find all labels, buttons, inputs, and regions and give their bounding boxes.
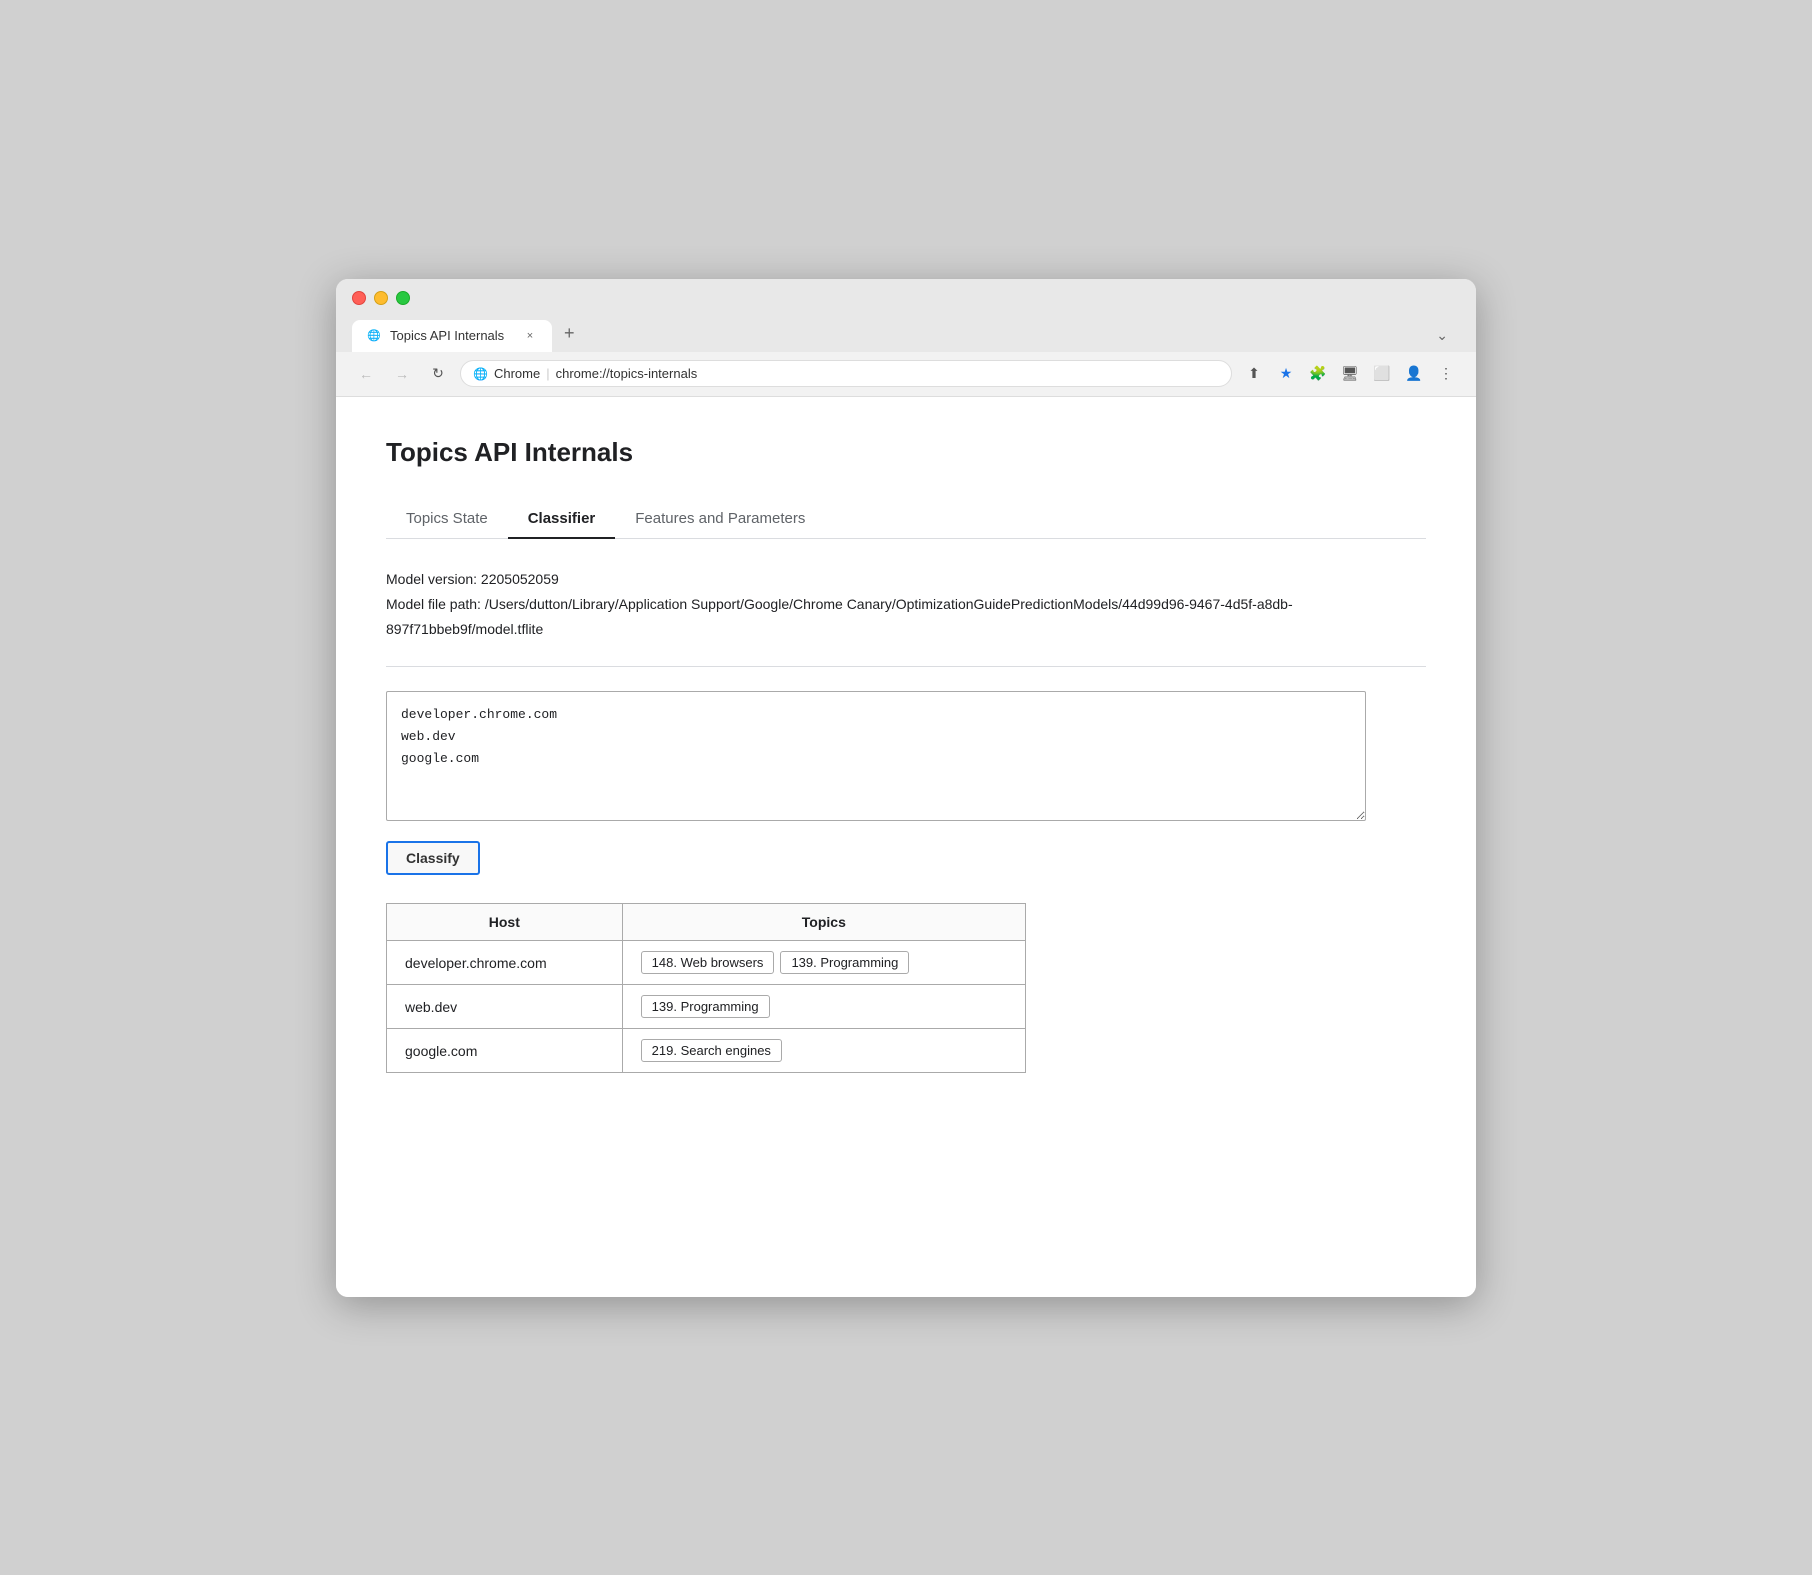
topics-cell: 219. Search engines <box>641 1039 1007 1062</box>
close-traffic-light[interactable] <box>352 291 366 305</box>
tab-classifier[interactable]: Classifier <box>508 500 616 539</box>
table-row: developer.chrome.com 148. Web browsers139… <box>387 941 1026 985</box>
forward-button[interactable]: → <box>388 360 416 388</box>
topic-tag: 219. Search engines <box>641 1039 782 1062</box>
address-favicon-icon: 🌐 <box>473 367 488 381</box>
table-cell-topics: 148. Web browsers139. Programming <box>622 941 1025 985</box>
tab-title: Topics API Internals <box>390 328 504 343</box>
nav-actions: ⬆ ★ 🧩 🖥 ⬜ 👤 ⋮ <box>1240 360 1460 388</box>
page-content: Topics API Internals Topics State Classi… <box>336 397 1476 1297</box>
topics-cell: 139. Programming <box>641 995 1007 1018</box>
address-url: chrome://topics-internals <box>556 366 698 381</box>
nav-bar: ← → ↻ 🌐 Chrome | chrome://topics-interna… <box>336 352 1476 397</box>
results-table: Host Topics developer.chrome.com 148. Web… <box>386 903 1026 1073</box>
topics-cell: 148. Web browsers139. Programming <box>641 951 1007 974</box>
title-bar: 🌐 Topics API Internals × + ⌄ <box>336 279 1476 352</box>
page-title: Topics API Internals <box>386 437 1426 468</box>
model-info: Model version: 2205052059 Model file pat… <box>386 567 1426 643</box>
share-button[interactable]: ⬆ <box>1240 360 1268 388</box>
tab-features-params[interactable]: Features and Parameters <box>615 500 825 539</box>
cast-button[interactable]: 🖥 <box>1336 360 1364 388</box>
topic-tag: 148. Web browsers <box>641 951 775 974</box>
minimize-traffic-light[interactable] <box>374 291 388 305</box>
divider <box>386 666 1426 667</box>
extensions-button[interactable]: 🧩 <box>1304 360 1332 388</box>
tabs-navigation: Topics State Classifier Features and Par… <box>386 500 1426 539</box>
address-bar[interactable]: 🌐 Chrome | chrome://topics-internals <box>460 360 1232 387</box>
back-button[interactable]: ← <box>352 360 380 388</box>
browser-window: 🌐 Topics API Internals × + ⌄ ← → ↻ 🌐 Chr… <box>336 279 1476 1297</box>
address-separator: | <box>546 366 549 381</box>
topic-tag: 139. Programming <box>780 951 909 974</box>
table-row: google.com 219. Search engines <box>387 1029 1026 1073</box>
model-file-path: Model file path: /Users/dutton/Library/A… <box>386 592 1426 642</box>
tabs-bar: 🌐 Topics API Internals × + ⌄ <box>352 315 1460 352</box>
tab-favicon-icon: 🌐 <box>366 328 382 344</box>
table-cell-host: developer.chrome.com <box>387 941 623 985</box>
browser-tab-active[interactable]: 🌐 Topics API Internals × <box>352 320 552 352</box>
model-version: Model version: 2205052059 <box>386 567 1426 592</box>
profile-button[interactable]: 👤 <box>1400 360 1428 388</box>
table-cell-topics: 219. Search engines <box>622 1029 1025 1073</box>
classify-textarea[interactable]: developer.chrome.com web.dev google.com <box>386 691 1366 821</box>
new-tab-button[interactable]: + <box>552 315 587 352</box>
tab-dropdown-button[interactable]: ⌄ <box>1424 319 1460 352</box>
table-cell-topics: 139. Programming <box>622 985 1025 1029</box>
col-header-topics: Topics <box>622 904 1025 941</box>
bookmark-button[interactable]: ★ <box>1272 360 1300 388</box>
tab-close-button[interactable]: × <box>522 328 538 344</box>
col-header-host: Host <box>387 904 623 941</box>
table-header-row: Host Topics <box>387 904 1026 941</box>
table-cell-host: google.com <box>387 1029 623 1073</box>
table-row: web.dev 139. Programming <box>387 985 1026 1029</box>
topic-tag: 139. Programming <box>641 995 770 1018</box>
classify-button[interactable]: Classify <box>386 841 480 875</box>
tab-topics-state[interactable]: Topics State <box>386 500 508 539</box>
sidebar-button[interactable]: ⬜ <box>1368 360 1396 388</box>
maximize-traffic-light[interactable] <box>396 291 410 305</box>
table-cell-host: web.dev <box>387 985 623 1029</box>
more-menu-button[interactable]: ⋮ <box>1432 360 1460 388</box>
traffic-lights <box>352 291 1460 305</box>
address-chrome-label: Chrome <box>494 366 540 381</box>
classifier-content: Model version: 2205052059 Model file pat… <box>386 567 1426 1074</box>
reload-button[interactable]: ↻ <box>424 360 452 388</box>
